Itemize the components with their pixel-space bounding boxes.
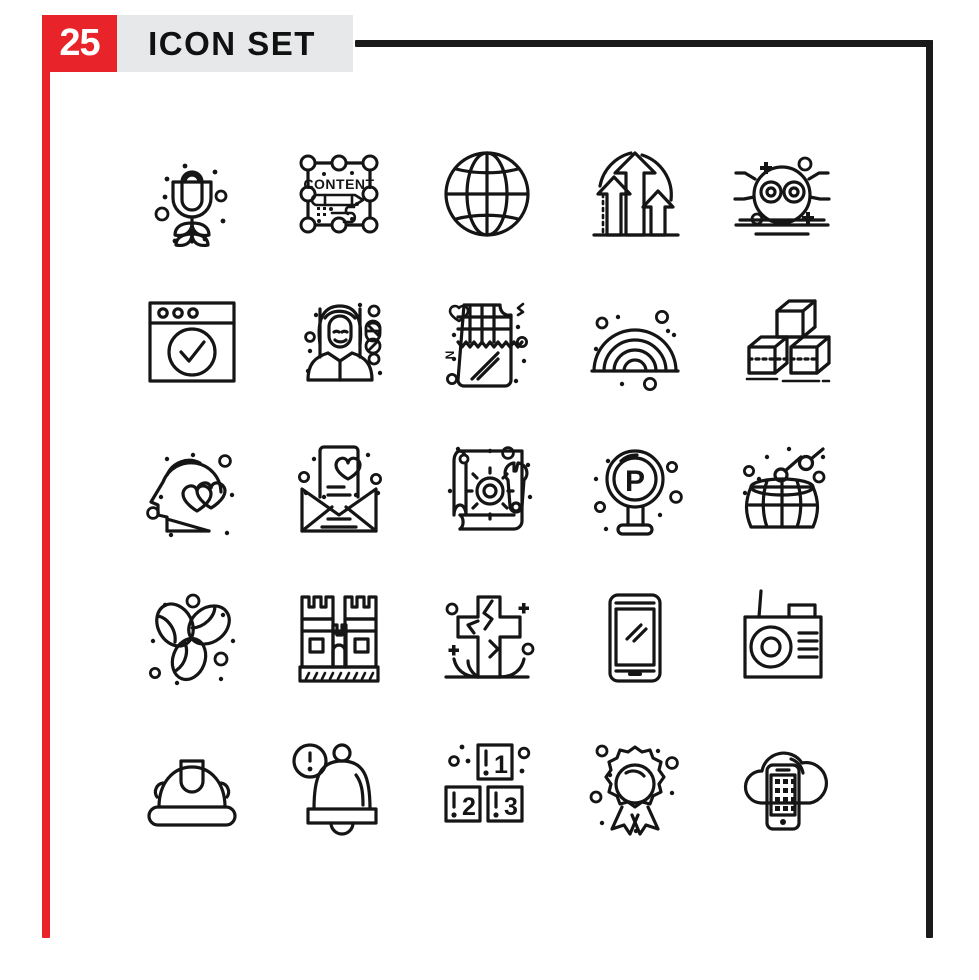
icon-grid: CONTENT N P 1 2 3: [118, 120, 856, 860]
female-pharmacist-icon: [304, 302, 383, 382]
icon-set-poster: 25 ICON SET CONTENT N P 1 2 3: [0, 0, 979, 980]
icon-cell-6[interactable]: [118, 268, 266, 416]
icon-cell-24[interactable]: [561, 712, 709, 860]
rainbow-icon: [589, 309, 680, 392]
icon-cell-11[interactable]: [118, 416, 266, 564]
icon-cell-23[interactable]: 1 2 3: [413, 712, 561, 860]
icon-cell-18[interactable]: [413, 564, 561, 712]
icon-cell-17[interactable]: [266, 564, 414, 712]
icon-cell-22[interactable]: [266, 712, 414, 860]
frame-border-right: [926, 40, 933, 938]
alert-bell-icon: [292, 743, 378, 836]
icon-cell-19[interactable]: [561, 564, 709, 712]
icon-cell-25[interactable]: [708, 712, 856, 860]
icon-cell-1[interactable]: [118, 120, 266, 268]
poster-header: 25 ICON SET: [42, 15, 353, 72]
number-blocks-icon: 1 2 3: [444, 743, 531, 823]
svg-text:N: N: [443, 351, 457, 360]
radio-icon: [743, 589, 823, 679]
safety-helmet-icon: [147, 759, 237, 827]
growth-arrows-icon: [591, 151, 680, 237]
icon-cell-14[interactable]: P: [561, 416, 709, 564]
drum-icon: [742, 446, 826, 529]
coffee-beans-icon: [148, 593, 235, 686]
bug-spider-icon: [733, 156, 831, 236]
sandcastle-icon: [298, 595, 380, 683]
browser-check-icon: [148, 301, 236, 383]
icon-cell-5[interactable]: [708, 120, 856, 268]
icon-cell-7[interactable]: [266, 268, 414, 416]
stacked-cubes-icon: [745, 299, 831, 383]
content-label: CONTENT: [304, 176, 375, 192]
globe-grid-icon: [444, 151, 530, 237]
icon-count-badge: 25: [42, 15, 117, 72]
award-ribbon-icon: [589, 744, 679, 836]
smartphone-icon: [607, 593, 662, 683]
chocolate-bar-icon: N: [443, 302, 528, 388]
svg-text:3: 3: [504, 793, 518, 821]
icon-cell-4[interactable]: [561, 120, 709, 268]
icon-cell-15[interactable]: [708, 416, 856, 564]
icon-cell-8[interactable]: N: [413, 268, 561, 416]
blueprint-tools-icon: [447, 446, 533, 531]
love-letter-icon: [298, 445, 383, 533]
page-title: ICON SET: [148, 24, 316, 62]
frame-accent-bar: [42, 62, 50, 938]
parking-sign-icon: P: [593, 449, 683, 536]
rose-flower-icon: [154, 163, 228, 248]
icon-cell-3[interactable]: [413, 120, 561, 268]
svg-text:1: 1: [494, 751, 508, 779]
icon-cell-12[interactable]: [266, 416, 414, 564]
icon-cell-20[interactable]: [708, 564, 856, 712]
icon-cell-2[interactable]: CONTENT: [266, 120, 414, 268]
icon-cell-9[interactable]: [561, 268, 709, 416]
icon-cell-13[interactable]: [413, 416, 561, 564]
icon-cell-21[interactable]: [118, 712, 266, 860]
grave-cross-icon: [444, 595, 535, 679]
head-hearts-icon: [145, 452, 234, 538]
svg-text:2: 2: [462, 793, 476, 821]
icon-cell-16[interactable]: [118, 564, 266, 712]
frame-border-top: [355, 40, 933, 47]
cloud-mobile-icon: [744, 751, 829, 831]
content-editing-icon: CONTENT: [299, 154, 379, 234]
parking-letter: P: [625, 465, 645, 498]
icon-cell-10[interactable]: [708, 268, 856, 416]
